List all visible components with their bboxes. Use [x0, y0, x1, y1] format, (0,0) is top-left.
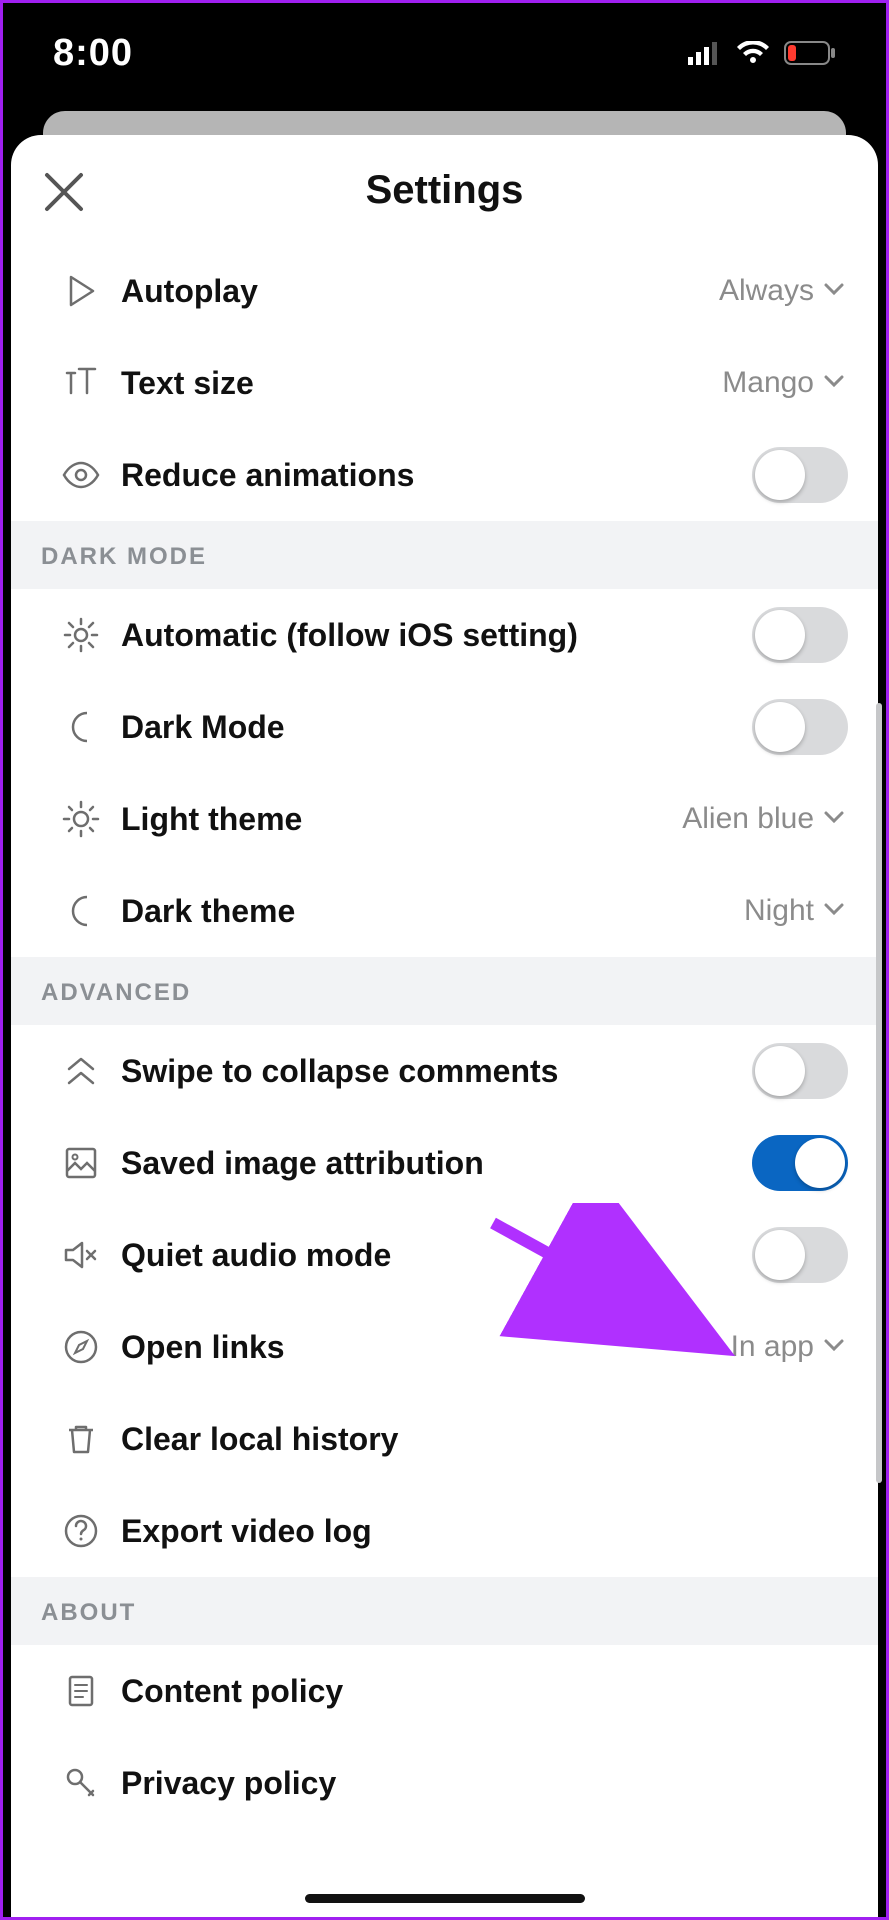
section-dark-mode: DARK MODE: [11, 521, 878, 589]
scroll-indicator: [876, 703, 882, 1483]
toggle-automatic-ios[interactable]: [752, 607, 848, 663]
chevron-down-icon: [820, 1331, 848, 1364]
row-dark-mode[interactable]: Dark Mode: [11, 681, 878, 773]
row-open-links[interactable]: Open links In app: [11, 1301, 878, 1393]
toggle-dark-mode[interactable]: [752, 699, 848, 755]
status-bar: 8:00: [3, 3, 886, 103]
compass-icon: [62, 1328, 100, 1366]
row-dark-theme[interactable]: Dark theme Night: [11, 865, 878, 957]
row-export-video-log[interactable]: Export video log: [11, 1485, 878, 1577]
page-title: Settings: [366, 168, 524, 213]
row-text-size[interactable]: Text size Mango: [11, 337, 878, 429]
help-icon: [62, 1512, 100, 1550]
row-label: Automatic (follow iOS setting): [121, 617, 752, 654]
toggle-reduce-animations[interactable]: [752, 447, 848, 503]
row-saved-image-attribution[interactable]: Saved image attribution: [11, 1117, 878, 1209]
battery-icon: [784, 41, 836, 65]
chevron-down-icon: [820, 275, 848, 308]
row-label: Quiet audio mode: [121, 1237, 752, 1274]
close-icon: [39, 167, 89, 217]
section-advanced: ADVANCED: [11, 957, 878, 1025]
row-label: Reduce animations: [121, 457, 752, 494]
gear-icon: [62, 616, 100, 654]
toggle-quiet-audio-mode[interactable]: [752, 1227, 848, 1283]
moon-icon: [63, 709, 99, 745]
image-icon: [63, 1145, 99, 1181]
section-about: ABOUT: [11, 1577, 878, 1645]
row-value: Always: [719, 274, 814, 308]
row-content-policy[interactable]: Content policy: [11, 1645, 878, 1737]
trash-icon: [63, 1421, 99, 1457]
collapse-icon: [63, 1053, 99, 1089]
settings-list[interactable]: Autoplay Always Text size Mango Reduce a…: [11, 245, 878, 1917]
toggle-swipe-collapse[interactable]: [752, 1043, 848, 1099]
moon-icon: [63, 893, 99, 929]
section-title: ABOUT: [41, 1599, 848, 1627]
row-privacy-policy[interactable]: Privacy policy: [11, 1737, 878, 1829]
status-right: [688, 41, 836, 65]
text-size-icon: [63, 365, 99, 401]
cellular-icon: [688, 41, 722, 65]
row-label: Saved image attribution: [121, 1145, 752, 1182]
row-swipe-collapse[interactable]: Swipe to collapse comments: [11, 1025, 878, 1117]
chevron-down-icon: [820, 895, 848, 928]
row-value: Mango: [722, 366, 814, 400]
row-label: Dark Mode: [121, 709, 752, 746]
chevron-down-icon: [820, 803, 848, 836]
section-title: ADVANCED: [41, 979, 848, 1007]
row-value: In app: [731, 1330, 814, 1364]
row-light-theme[interactable]: Light theme Alien blue: [11, 773, 878, 865]
status-time: 8:00: [53, 32, 133, 75]
row-automatic-ios[interactable]: Automatic (follow iOS setting): [11, 589, 878, 681]
row-label: Light theme: [121, 801, 682, 838]
close-button[interactable]: [39, 167, 89, 217]
row-value: Night: [744, 894, 814, 928]
row-label: Clear local history: [121, 1421, 848, 1458]
key-icon: [63, 1765, 99, 1801]
row-label: Swipe to collapse comments: [121, 1053, 752, 1090]
speaker-mute-icon: [62, 1236, 100, 1274]
row-clear-local-history[interactable]: Clear local history: [11, 1393, 878, 1485]
eye-icon: [62, 456, 100, 494]
row-label: Text size: [121, 365, 722, 402]
row-reduce-animations[interactable]: Reduce animations: [11, 429, 878, 521]
row-label: Content policy: [121, 1673, 848, 1710]
settings-sheet: Settings Autoplay Always Text size Mango…: [11, 135, 878, 1917]
row-quiet-audio-mode[interactable]: Quiet audio mode: [11, 1209, 878, 1301]
sun-icon: [62, 800, 100, 838]
row-label: Export video log: [121, 1513, 848, 1550]
document-icon: [63, 1673, 99, 1709]
chevron-down-icon: [820, 367, 848, 400]
home-indicator: [305, 1894, 585, 1903]
play-icon: [63, 273, 99, 309]
row-label: Privacy policy: [121, 1765, 848, 1802]
row-label: Open links: [121, 1329, 731, 1366]
row-label: Dark theme: [121, 893, 744, 930]
row-autoplay[interactable]: Autoplay Always: [11, 245, 878, 337]
row-label: Autoplay: [121, 273, 719, 310]
section-title: DARK MODE: [41, 543, 848, 571]
toggle-saved-image-attribution[interactable]: [752, 1135, 848, 1191]
sheet-header: Settings: [11, 135, 878, 245]
wifi-icon: [736, 41, 770, 65]
row-value: Alien blue: [682, 802, 814, 836]
